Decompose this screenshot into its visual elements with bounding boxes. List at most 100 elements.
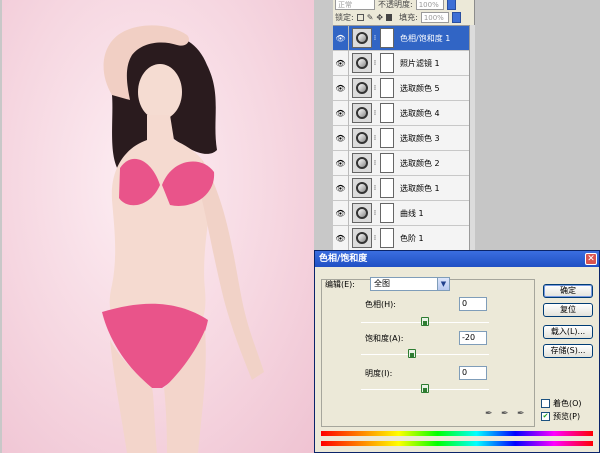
eye-icon[interactable]: 👁 [333, 25, 349, 51]
eyedropper-plus-icon[interactable]: ✒ [501, 409, 511, 419]
chevron-down-icon[interactable]: ▼ [437, 278, 449, 290]
color-spectrum-top [321, 431, 593, 436]
adjustment-layer-icon [352, 178, 372, 198]
link-chain-icon: ⁞ [373, 234, 377, 242]
opacity-arrow-icon[interactable] [446, 0, 456, 10]
layer-name: 选取颜色 3 [400, 133, 440, 143]
preview-checkbox[interactable]: ✔ [541, 412, 550, 421]
link-chain-icon: ⁞ [373, 134, 377, 142]
layer-mask-thumbnail[interactable] [380, 153, 394, 173]
edit-label: 编辑(E): [325, 280, 355, 289]
adjustment-layer-icon [352, 28, 372, 48]
layer-mask-thumbnail[interactable] [380, 228, 394, 248]
fill-label: 填充: [399, 12, 418, 22]
layer-name: 选取颜色 2 [400, 158, 440, 168]
layer-mask-thumbnail[interactable] [380, 128, 394, 148]
layer-row[interactable]: 👁 ⁞ 选取颜色 3 [333, 125, 469, 151]
saturation-slider-track[interactable] [361, 354, 489, 355]
saturation-label: 饱和度(A): [365, 334, 404, 343]
fill-arrow-icon[interactable] [451, 11, 461, 23]
layer-list: 👁 ⁞ 色相/饱和度 1 👁 ⁞ 照片滤镜 1 👁 ⁞ 选取颜色 5 👁 ⁞ 选取颜色 4 👁 ⁞ 选取颜色… [333, 25, 469, 251]
eye-icon[interactable]: 👁 [333, 175, 349, 201]
lock-all-icon[interactable] [386, 13, 393, 21]
layer-row[interactable]: 👁 ⁞ 选取颜色 4 [333, 100, 469, 126]
eye-icon[interactable]: 👁 [333, 200, 349, 226]
colorize-checkbox[interactable] [541, 399, 550, 408]
check-icon: ✔ [542, 412, 549, 420]
layer-mask-thumbnail[interactable] [380, 178, 394, 198]
dialog-title[interactable]: 色相/饱和度 [315, 251, 599, 267]
layer-name: 色阶 1 [400, 233, 424, 243]
layer-mask-thumbnail[interactable] [380, 78, 394, 98]
layer-name: 选取颜色 4 [400, 108, 440, 118]
lock-brush-icon[interactable]: ✎ [367, 13, 374, 22]
eye-icon[interactable]: 👁 [333, 225, 349, 251]
ok-button[interactable]: 确定 [543, 284, 593, 298]
layer-name: 色相/饱和度 1 [400, 33, 451, 43]
edit-channel-value: 全图 [374, 279, 390, 288]
adjustment-layer-icon [352, 128, 372, 148]
layer-mask-thumbnail[interactable] [380, 53, 394, 73]
eye-icon[interactable]: 👁 [333, 150, 349, 176]
save-button[interactable]: 存储(S)... [543, 344, 593, 358]
layer-row[interactable]: 👁 ⁞ 选取颜色 2 [333, 150, 469, 176]
hue-label: 色相(H): [365, 300, 396, 309]
hue-slider-thumb[interactable] [421, 317, 429, 326]
adjustment-layer-icon [352, 103, 372, 123]
eyedropper-minus-icon[interactable]: ✒ [517, 409, 527, 419]
hue-saturation-dialog: 色相/饱和度 ✕ 编辑(E): 全图 ▼ 色相(H): 0 饱和度(A): -2… [314, 250, 600, 453]
layers-panel-body: 正常 不透明度: 100% 锁定: ✎ ✥ 填充: 100% 👁 ⁞ 色相/饱和度 … [333, 0, 475, 251]
link-chain-icon: ⁞ [373, 159, 377, 167]
fill-field[interactable]: 100% [420, 11, 449, 23]
lock-fill-row: 锁定: ✎ ✥ 填充: 100% [335, 10, 461, 24]
lightness-slider-thumb[interactable] [421, 384, 429, 393]
layer-row[interactable]: 👁 ⁞ 色阶 1 [333, 225, 469, 251]
layer-mask-thumbnail[interactable] [380, 203, 394, 223]
hue-input[interactable]: 0 [459, 297, 487, 311]
load-button[interactable]: 载入(L)... [543, 325, 593, 339]
layer-row[interactable]: 👁 ⁞ 选取颜色 1 [333, 175, 469, 201]
adjustment-layer-icon [352, 53, 372, 73]
eye-icon[interactable]: 👁 [333, 100, 349, 126]
lock-move-icon[interactable]: ✥ [376, 13, 383, 22]
layer-row[interactable]: 👁 ⁞ 曲线 1 [333, 200, 469, 226]
blend-mode-select[interactable]: 正常 [335, 0, 375, 10]
opacity-field[interactable]: 100% [415, 0, 444, 10]
layer-row[interactable]: 👁 ⁞ 照片滤镜 1 [333, 50, 469, 76]
adjustment-group [321, 279, 535, 427]
eye-icon[interactable]: 👁 [333, 50, 349, 76]
adjustment-layer-icon [352, 228, 372, 248]
link-chain-icon: ⁞ [373, 34, 377, 42]
preview-label: 预览(P) [553, 412, 581, 421]
link-chain-icon: ⁞ [373, 109, 377, 117]
reset-button[interactable]: 复位 [543, 303, 593, 317]
saturation-slider-thumb[interactable] [408, 349, 416, 358]
layer-mask-thumbnail[interactable] [380, 103, 394, 123]
link-chain-icon: ⁞ [373, 59, 377, 67]
saturation-input[interactable]: -20 [459, 331, 487, 345]
link-chain-icon: ⁞ [373, 209, 377, 217]
layer-name: 曲线 1 [400, 208, 424, 218]
layer-row[interactable]: 👁 ⁞ 选取颜色 5 [333, 75, 469, 101]
color-spectrum-bottom [321, 441, 593, 446]
adjustment-layer-icon [352, 203, 372, 223]
photo-image [2, 0, 314, 453]
edit-channel-select[interactable]: 全图 ▼ [370, 277, 450, 291]
layer-row[interactable]: 👁 ⁞ 色相/饱和度 1 [333, 25, 469, 51]
lock-transparency-icon[interactable] [356, 13, 364, 21]
lock-label: 锁定: [335, 12, 354, 22]
link-chain-icon: ⁞ [373, 184, 377, 192]
eyedropper-icon[interactable]: ✒ [485, 409, 495, 419]
eye-icon[interactable]: 👁 [333, 125, 349, 151]
layer-name: 照片滤镜 1 [400, 58, 440, 68]
layer-mask-thumbnail[interactable] [380, 28, 394, 48]
layers-scrollbar[interactable] [469, 25, 475, 250]
eye-icon[interactable]: 👁 [333, 75, 349, 101]
colorize-label: 着色(O) [553, 399, 582, 408]
lightness-input[interactable]: 0 [459, 366, 487, 380]
adjustment-layer-icon [352, 153, 372, 173]
layer-name: 选取颜色 5 [400, 83, 440, 93]
close-button[interactable]: ✕ [585, 253, 597, 265]
document-canvas[interactable] [0, 0, 333, 453]
layer-name: 选取颜色 1 [400, 183, 440, 193]
